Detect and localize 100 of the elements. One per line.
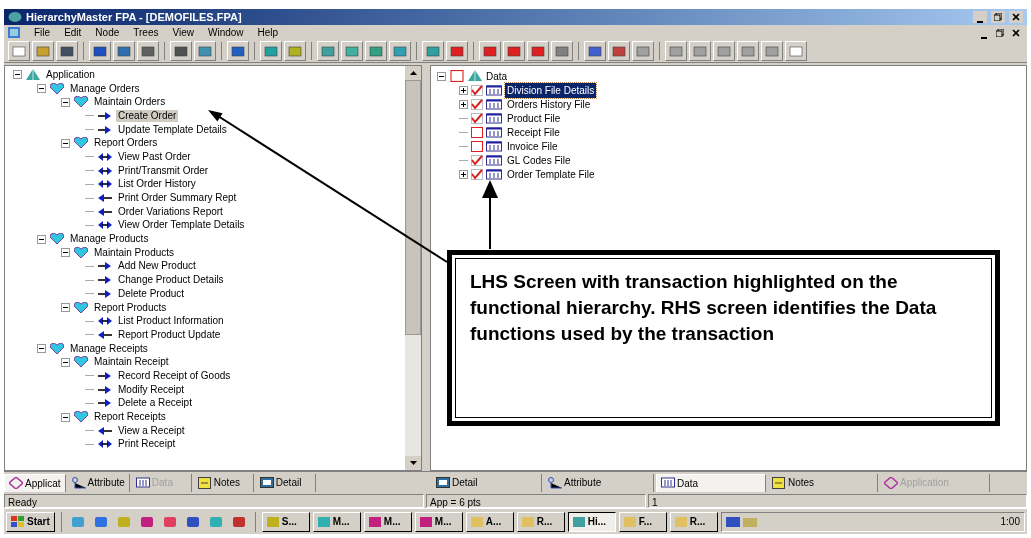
tree-item[interactable]: Division File Details <box>505 82 597 98</box>
tree-item[interactable]: View Past Order <box>116 150 193 163</box>
toolbar-button[interactable] <box>551 41 573 61</box>
close-button[interactable] <box>1009 26 1023 39</box>
toolbar-button[interactable] <box>527 41 549 61</box>
taskbar-button[interactable]: Hi... <box>567 511 616 532</box>
taskbar-button[interactable]: F... <box>618 511 667 532</box>
tree-item[interactable]: Print Order Summary Rept <box>116 192 239 205</box>
tree-item[interactable]: Order Template File <box>505 166 597 182</box>
checkbox[interactable] <box>471 140 483 152</box>
tree-item[interactable]: Maintain Orders <box>92 96 168 109</box>
tree-item[interactable]: Data <box>486 68 508 84</box>
menu-item[interactable]: View <box>172 25 194 40</box>
tree-item[interactable]: Receipt File <box>505 124 562 140</box>
taskbar-button[interactable]: R... <box>516 511 565 532</box>
toolbar-button[interactable] <box>32 41 54 61</box>
tree-item[interactable]: Delete Product <box>116 287 187 300</box>
restore-button[interactable] <box>993 26 1007 39</box>
toolbar-button[interactable] <box>422 41 444 61</box>
checkbox[interactable] <box>471 154 483 166</box>
tree-item[interactable]: Print Receipt <box>116 438 178 451</box>
tree-item[interactable]: Application <box>44 68 97 81</box>
menu-item[interactable]: Window <box>207 25 244 40</box>
toolbar-button[interactable] <box>341 41 363 61</box>
taskbar-button[interactable]: M... <box>312 511 361 532</box>
tool-icon <box>426 45 440 57</box>
toolbar-button[interactable] <box>8 41 30 61</box>
restore-button[interactable] <box>991 11 1005 23</box>
tree-item[interactable]: Manage Receipts <box>68 342 150 355</box>
minimize-button[interactable] <box>973 11 987 23</box>
tree-item[interactable]: Change Product Details <box>116 274 226 287</box>
toolbar-button[interactable] <box>446 41 468 61</box>
tree-item[interactable]: Manage Products <box>68 233 151 246</box>
checkbox[interactable] <box>471 98 483 110</box>
taskbar-button[interactable]: A... <box>465 511 514 532</box>
tree-item[interactable]: Print/Transmit Order <box>116 164 211 177</box>
checkbox[interactable] <box>471 168 483 180</box>
menu-item[interactable]: Node <box>95 25 120 40</box>
tree-item[interactable]: Update Template Details <box>116 123 229 136</box>
taskbar-button[interactable]: M... <box>363 511 412 532</box>
menu-item[interactable]: File <box>34 25 51 40</box>
tree-item[interactable]: List Product Information <box>116 315 226 328</box>
toolbar-button[interactable] <box>737 41 759 61</box>
close-button[interactable] <box>1009 11 1023 23</box>
toolbar-button[interactable] <box>713 41 735 61</box>
tree-item[interactable]: Maintain Products <box>92 246 177 259</box>
tree-item[interactable]: Report Receipts <box>92 411 168 424</box>
tree-item[interactable]: Order Variations Report <box>116 205 225 218</box>
toolbar-button[interactable] <box>665 41 687 61</box>
tree-item[interactable]: Create Order <box>116 109 179 122</box>
toolbar-button[interactable] <box>113 41 135 61</box>
toolbar-button[interactable] <box>317 41 339 61</box>
toolbar-button[interactable] <box>584 41 606 61</box>
toolbar-button[interactable] <box>260 41 282 61</box>
menu-item[interactable]: Trees <box>133 25 159 40</box>
menu-item[interactable]: Help <box>257 25 279 40</box>
toolbar-button[interactable] <box>608 41 630 61</box>
checkbox[interactable] <box>471 112 483 124</box>
tree-item[interactable]: View a Receipt <box>116 424 187 437</box>
tree-item[interactable]: View Order Template Details <box>116 219 247 232</box>
tree-item[interactable]: Record Receipt of Goods <box>116 369 233 382</box>
toolbar-button[interactable] <box>389 41 411 61</box>
tree-item[interactable]: Maintain Receipt <box>92 356 171 369</box>
tree-item[interactable]: Delete a Receipt <box>116 397 194 410</box>
toolbar-button[interactable] <box>284 41 306 61</box>
scrollbar[interactable] <box>405 66 421 470</box>
tree-item[interactable]: Invoice File <box>505 138 560 154</box>
tree-item[interactable]: List Order History <box>116 178 198 191</box>
toolbar-button[interactable] <box>170 41 192 61</box>
tree-item[interactable]: Modify Receipt <box>116 383 187 396</box>
start-button[interactable]: Start <box>6 511 55 532</box>
tree-item[interactable]: GL Codes File <box>505 152 573 168</box>
toolbar-button[interactable] <box>89 41 111 61</box>
tree-item[interactable]: Add New Product <box>116 260 198 273</box>
toolbar-button[interactable] <box>689 41 711 61</box>
tree-item[interactable]: Report Orders <box>92 137 160 150</box>
taskbar-button[interactable]: M... <box>414 511 463 532</box>
checkbox[interactable] <box>471 126 483 138</box>
toolbar-button[interactable] <box>194 41 216 61</box>
tree-item[interactable]: Orders History File <box>505 96 593 112</box>
menu-item[interactable]: Edit <box>64 25 82 40</box>
tab[interactable]: Applicat <box>4 473 66 492</box>
toolbar-button[interactable] <box>479 41 501 61</box>
checkbox[interactable] <box>471 84 483 96</box>
toolbar-button[interactable] <box>785 41 807 61</box>
toolbar-button[interactable] <box>632 41 654 61</box>
tree-item[interactable]: Product File <box>505 110 563 126</box>
tree-item[interactable]: Report Products <box>92 301 169 314</box>
taskbar-button[interactable]: R... <box>669 511 718 532</box>
toolbar-button[interactable] <box>365 41 387 61</box>
tree-item[interactable]: Report Product Update <box>116 328 223 341</box>
toolbar-button[interactable] <box>137 41 159 61</box>
toolbar-button[interactable] <box>227 41 249 61</box>
tab[interactable]: Data <box>656 473 766 492</box>
toolbar-button[interactable] <box>503 41 525 61</box>
taskbar-button[interactable]: S... <box>261 511 310 532</box>
toolbar-button[interactable] <box>761 41 783 61</box>
tree-item[interactable]: Manage Orders <box>68 82 142 95</box>
toolbar-button[interactable] <box>56 41 78 61</box>
checkbox[interactable] <box>450 70 464 82</box>
